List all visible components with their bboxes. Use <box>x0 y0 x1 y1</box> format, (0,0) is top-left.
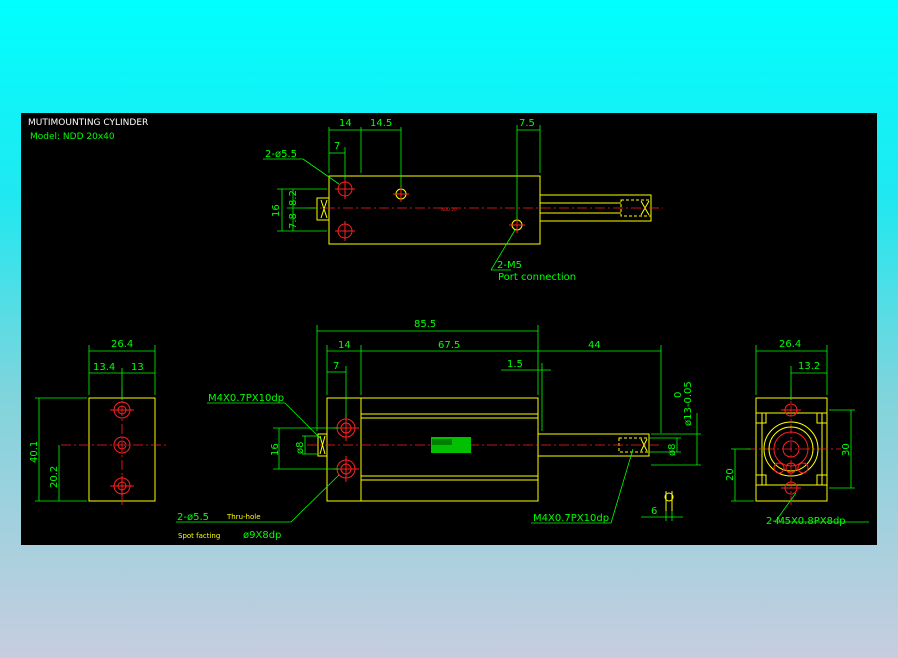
right-dim-30: 30 <box>841 443 852 456</box>
top-dim-7-5: 7.5 <box>519 118 535 129</box>
front-dim-1-5: 1.5 <box>507 359 523 370</box>
cad-drawing: MUTIMOUNTING CYLINDER Model: NDD 20x40 N… <box>28 118 869 541</box>
top-port-label: Port connection <box>498 272 576 283</box>
front-dim-phi8-left: ø8 <box>295 442 306 454</box>
front-dim-6: 6 <box>651 506 657 517</box>
front-thru-note: Thru-hole <box>226 513 261 521</box>
right-dim-26-4: 26.4 <box>779 339 801 350</box>
right-thread-note: 2-M5X0.8PX8dp <box>766 516 846 527</box>
top-dim-14-5: 14.5 <box>370 118 392 129</box>
top-dim-16: 16 <box>271 204 282 217</box>
top-port-note: 2-M5 <box>497 260 522 271</box>
svg-text:NDD-20: NDD-20 <box>441 207 457 212</box>
front-spot-dim: ø9X8dp <box>243 530 281 541</box>
top-view: NDD-20 14 14.5 7 7.5 16 7.8 8.2 2-ø5.5 2… <box>263 118 663 283</box>
drawing-title: MUTIMOUNTING CYLINDER <box>28 118 148 128</box>
front-dim-44: 44 <box>588 340 601 351</box>
model-label: Model: NDD 20x40 <box>30 132 115 142</box>
front-dim-phi13: ø13-0.05 <box>683 381 694 426</box>
drawing-panel: MUTIMOUNTING CYLINDER Model: NDD 20x40 N… <box>21 113 877 545</box>
front-dim-16: 16 <box>270 443 281 456</box>
top-dim-7: 7 <box>334 141 340 152</box>
front-spot-label: Spot facting <box>178 532 220 540</box>
top-view-body <box>328 175 541 245</box>
front-dim-phi8-right: ø8 <box>667 444 678 456</box>
front-hole-note: 2-ø5.5 <box>177 512 209 523</box>
right-view: 26.4 13.2 30 20 2-M5X0.8PX8dp <box>725 339 869 527</box>
front-view: 85.5 14 67.5 44 7 1.5 16 ø8 ø8 ø13-0.05 … <box>176 319 701 541</box>
right-dim-20: 20 <box>725 468 736 481</box>
front-dim-85-5: 85.5 <box>414 319 436 330</box>
front-thread-right-note: M4X0.7PX10dp <box>533 513 609 524</box>
front-dim-67-5: 67.5 <box>438 340 460 351</box>
left-dim-40-1: 40.1 <box>29 441 40 463</box>
top-dim-14: 14 <box>339 118 352 129</box>
top-dim-8-2: 8.2 <box>288 190 299 206</box>
front-dim-tol-0: 0 <box>673 392 684 398</box>
left-dim-20-2: 20.2 <box>49 466 60 488</box>
left-view: 26.4 13.4 13 40.1 20.2 <box>29 339 167 505</box>
right-dim-13-2: 13.2 <box>798 361 820 372</box>
top-dim-7-8: 7.8 <box>288 213 299 229</box>
front-thread-left-note: M4X0.7PX10dp <box>208 393 284 404</box>
left-dim-26-4: 26.4 <box>111 339 133 350</box>
top-hole-note: 2-ø5.5 <box>265 149 297 160</box>
left-dim-13: 13 <box>131 362 144 373</box>
front-dim-7: 7 <box>333 361 339 372</box>
top-view-end-cap <box>316 197 330 221</box>
left-dim-13-4: 13.4 <box>93 362 115 373</box>
front-dim-14: 14 <box>338 340 351 351</box>
